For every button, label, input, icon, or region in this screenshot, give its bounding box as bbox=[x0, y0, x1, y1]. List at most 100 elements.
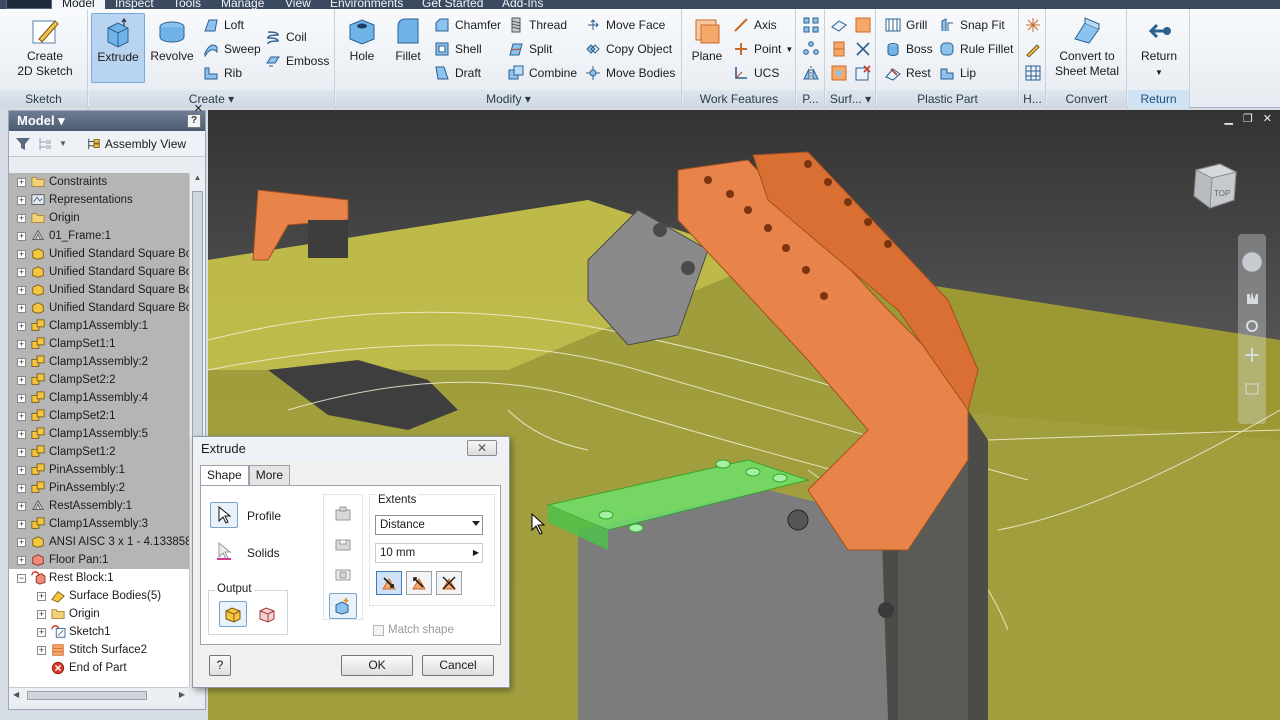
expand-icon[interactable]: + bbox=[17, 483, 26, 493]
create-2d-sketch-button[interactable]: Create 2D Sketch bbox=[14, 15, 76, 79]
expand-icon[interactable]: + bbox=[17, 321, 26, 331]
match-shape-checkbox[interactable] bbox=[373, 624, 384, 636]
rib-button[interactable]: Rib bbox=[203, 63, 242, 83]
work-features-panel-label[interactable]: Work Features bbox=[683, 90, 795, 108]
expand-icon[interactable]: + bbox=[17, 177, 26, 187]
profile-select-button[interactable] bbox=[210, 502, 238, 528]
close-icon[interactable]: ✕ bbox=[1263, 112, 1272, 125]
expand-icon[interactable]: + bbox=[17, 285, 26, 295]
collapse-icon[interactable]: − bbox=[17, 573, 26, 583]
browser-horizontal-scrollbar[interactable]: ◀ ▶ bbox=[9, 687, 189, 703]
harness-tool-3-button[interactable] bbox=[1022, 62, 1044, 83]
direction-symmetric-button[interactable] bbox=[436, 571, 462, 595]
tree-item[interactable]: + ClampSet1:2 bbox=[9, 443, 189, 461]
tree-item[interactable]: − Rest Block:1 bbox=[9, 569, 189, 587]
cut-button[interactable] bbox=[329, 531, 357, 557]
return-panel-label[interactable]: Return bbox=[1128, 90, 1189, 108]
hierarchy-dropdown-icon[interactable]: ▼ bbox=[59, 139, 67, 148]
menu-add-ins[interactable]: Add-Ins bbox=[502, 0, 543, 9]
viewcube[interactable]: TOP bbox=[1186, 156, 1244, 214]
browser-help-button[interactable]: ? bbox=[187, 114, 201, 128]
surface-panel-label[interactable]: Surf... ▾ bbox=[826, 90, 875, 108]
pan-icon[interactable] bbox=[1247, 292, 1258, 304]
stitch-button[interactable] bbox=[828, 14, 850, 35]
copy-object-button[interactable]: Copy Object bbox=[585, 39, 672, 59]
lip-button[interactable]: Lip bbox=[939, 63, 976, 83]
sweep-button[interactable]: Sweep bbox=[203, 39, 261, 59]
hole-button[interactable]: Hole bbox=[342, 15, 382, 64]
tree-item[interactable]: + Representations bbox=[9, 191, 189, 209]
expand-icon[interactable]: + bbox=[37, 645, 46, 655]
cancel-button[interactable]: Cancel bbox=[422, 655, 494, 676]
harness-tool-2-button[interactable] bbox=[1022, 38, 1044, 59]
create-panel-label[interactable]: Create ▾ bbox=[89, 90, 334, 108]
tree-item[interactable]: + Unified Standard Square Bo bbox=[9, 299, 189, 317]
menu-inspect[interactable]: Inspect bbox=[115, 0, 154, 9]
delete-face-button[interactable] bbox=[852, 62, 874, 83]
dialog-help-button[interactable]: ? bbox=[209, 655, 231, 676]
point-button[interactable]: Point ▼ bbox=[733, 39, 793, 59]
extrude-dialog-title[interactable]: Extrude bbox=[193, 437, 509, 461]
tree-item[interactable]: + Floor Pan:1 bbox=[9, 551, 189, 569]
tree-item[interactable]: + Surface Bodies(5) bbox=[9, 587, 189, 605]
assembly-view-button[interactable]: Assembly View bbox=[87, 137, 186, 151]
restore-icon[interactable]: ❐ bbox=[1243, 112, 1253, 125]
convert-panel-label[interactable]: Convert bbox=[1047, 90, 1126, 108]
direction-default-button[interactable] bbox=[376, 571, 402, 595]
tab-shape[interactable]: Shape bbox=[200, 465, 249, 486]
circular-pattern-button[interactable] bbox=[800, 38, 822, 59]
tree-item[interactable]: + ClampSet2:2 bbox=[9, 371, 189, 389]
expand-icon[interactable]: + bbox=[17, 555, 26, 565]
menu-manage[interactable]: Manage bbox=[221, 0, 264, 9]
axis-button[interactable]: Axis bbox=[733, 15, 777, 35]
tree-item[interactable]: + Unified Standard Square Bo bbox=[9, 281, 189, 299]
tree-item[interactable]: + Stitch Surface2 bbox=[9, 641, 189, 659]
coil-button[interactable]: Coil bbox=[265, 27, 307, 47]
tree-item[interactable]: End of Part bbox=[9, 659, 189, 677]
revolve-button[interactable]: Revolve bbox=[149, 15, 195, 64]
rectangular-pattern-button[interactable] bbox=[800, 14, 822, 35]
emboss-button[interactable]: Emboss bbox=[265, 51, 329, 71]
return-button[interactable]: Return ▼ bbox=[1134, 15, 1184, 80]
expand-icon[interactable]: + bbox=[37, 627, 46, 637]
minimize-icon[interactable]: ▁ bbox=[1224, 112, 1232, 125]
expand-icon[interactable]: + bbox=[17, 393, 26, 403]
draft-button[interactable]: Draft bbox=[434, 63, 481, 83]
harness-tool-1-button[interactable] bbox=[1022, 14, 1044, 35]
pattern-panel-label[interactable]: P... bbox=[797, 90, 824, 108]
trim-button[interactable] bbox=[852, 38, 874, 59]
expand-icon[interactable]: + bbox=[17, 195, 26, 205]
move-face-button[interactable]: Move Face bbox=[585, 15, 665, 35]
tree-item[interactable]: + Origin bbox=[9, 209, 189, 227]
expand-icon[interactable]: + bbox=[17, 267, 26, 277]
tree-item[interactable]: + ClampSet1:1 bbox=[9, 335, 189, 353]
orbit-icon[interactable] bbox=[1245, 348, 1259, 362]
thicken-button[interactable] bbox=[828, 62, 850, 83]
expand-icon[interactable]: + bbox=[17, 519, 26, 529]
ok-button[interactable]: OK bbox=[341, 655, 413, 676]
tree-item[interactable]: + ANSI AISC 3 x 1 - 4.133858 bbox=[9, 533, 189, 551]
tree-item[interactable]: + Clamp1Assembly:1 bbox=[9, 317, 189, 335]
menu-model[interactable]: Model bbox=[52, 0, 105, 9]
scroll-right-icon[interactable]: ▶ bbox=[179, 690, 185, 699]
expand-icon[interactable]: + bbox=[37, 609, 46, 619]
output-solid-button[interactable] bbox=[219, 601, 247, 627]
distance-arrow-icon[interactable]: ▶ bbox=[473, 544, 479, 562]
sketch-panel-label[interactable]: Sketch bbox=[0, 90, 87, 108]
match-shape-option[interactable]: Match shape bbox=[373, 624, 454, 636]
move-bodies-button[interactable]: Move Bodies bbox=[585, 63, 675, 83]
expand-icon[interactable]: + bbox=[37, 591, 46, 601]
extents-type-dropdown[interactable]: Distance bbox=[375, 515, 483, 535]
expand-icon[interactable]: + bbox=[17, 303, 26, 313]
modify-panel-label[interactable]: Modify ▾ bbox=[336, 90, 681, 108]
menu-get-started[interactable]: Get Started bbox=[422, 0, 483, 9]
expand-icon[interactable]: + bbox=[17, 231, 26, 241]
menu-tools[interactable]: Tools bbox=[173, 0, 201, 9]
filter-icon[interactable] bbox=[15, 136, 31, 152]
tree-item[interactable]: + Clamp1Assembly:4 bbox=[9, 389, 189, 407]
new-solid-button[interactable] bbox=[329, 593, 357, 619]
loft-button[interactable]: Loft bbox=[203, 15, 244, 35]
tree-item[interactable]: + Clamp1Assembly:3 bbox=[9, 515, 189, 533]
tree-item[interactable]: + Unified Standard Square Bo bbox=[9, 245, 189, 263]
patch-button[interactable] bbox=[852, 14, 874, 35]
